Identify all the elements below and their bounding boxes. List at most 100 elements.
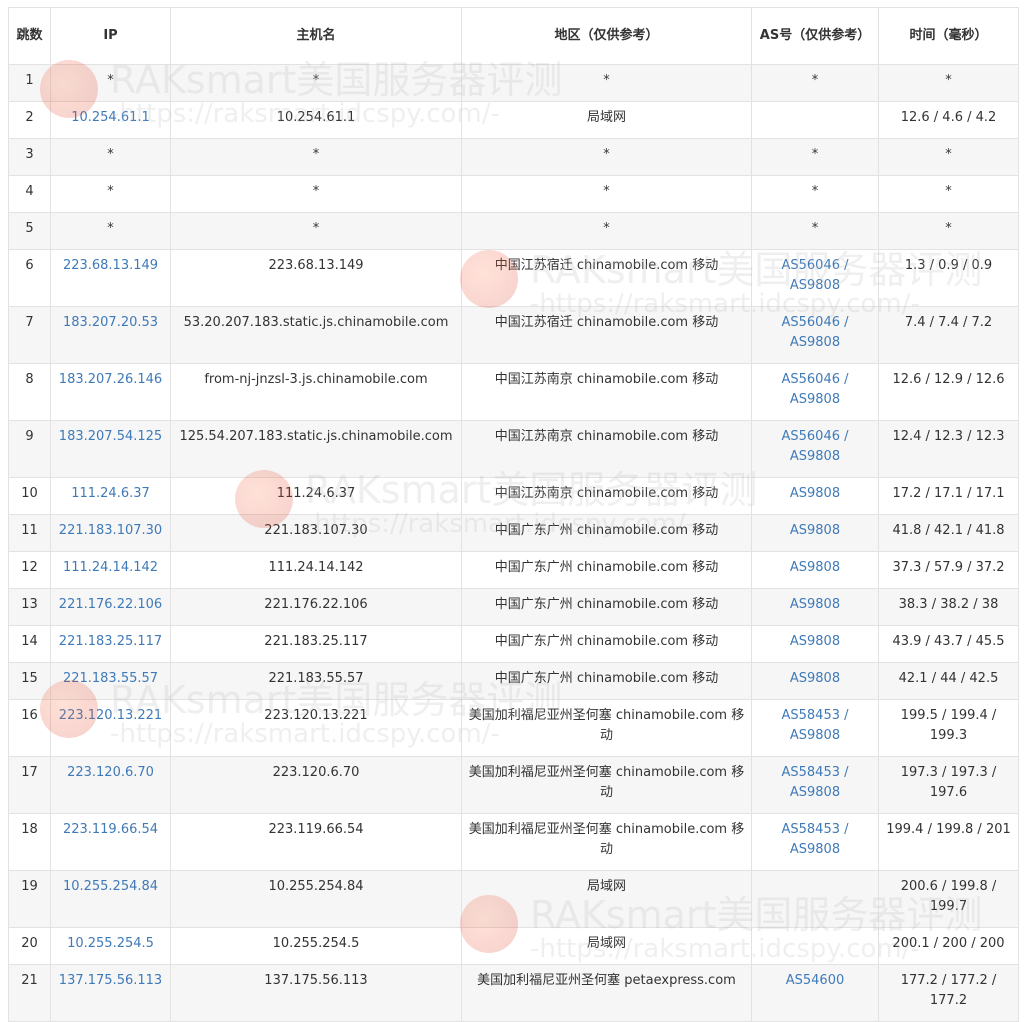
header-as-number: AS号（仅供参考） <box>751 7 879 65</box>
cell-ip[interactable]: 10.254.61.1 <box>50 101 171 139</box>
cell-as-number[interactable]: AS58453 / AS9808 <box>751 813 879 871</box>
cell-region: 中国广东广州 chinamobile.com 移动 <box>461 514 752 552</box>
cell-ip[interactable]: 223.119.66.54 <box>50 813 171 871</box>
cell-time: 42.1 / 44 / 42.5 <box>878 662 1019 700</box>
traceroute-table: 跳数 IP 主机名 地区（仅供参考） AS号（仅供参考） 时间（毫秒） 1 * * *… <box>8 7 1019 1022</box>
cell-as-number[interactable]: AS58453 / AS9808 <box>751 756 879 814</box>
cell-ip[interactable]: 137.175.56.113 <box>50 964 171 1022</box>
table-row: 9 183.207.54.125 125.54.207.183.static.js.… <box>8 420 1019 478</box>
cell-hop: 12 <box>8 551 51 589</box>
cell-region: 中国广东广州 chinamobile.com 移动 <box>461 551 752 589</box>
cell-as-number[interactable]: AS56046 / AS9808 <box>751 420 879 478</box>
cell-time: 12.6 / 4.6 / 4.2 <box>878 101 1019 139</box>
cell-region: 美国加利福尼亚州圣何塞 chinamobile.com 移动 <box>461 813 752 871</box>
cell-as-number <box>751 870 879 928</box>
table-row: 12 111.24.14.142 111.24.14.142 中国广东广州 china… <box>8 551 1019 589</box>
cell-hostname: 223.120.6.70 <box>170 756 462 814</box>
cell-hostname: 111.24.6.37 <box>170 477 462 515</box>
cell-region: 中国江苏宿迁 chinamobile.com 移动 <box>461 249 752 307</box>
cell-region: 局域网 <box>461 927 752 965</box>
cell-hostname: 221.183.55.57 <box>170 662 462 700</box>
cell-hostname: * <box>170 175 462 213</box>
cell-hostname: * <box>170 138 462 176</box>
cell-ip[interactable]: 221.176.22.106 <box>50 588 171 626</box>
cell-as-number[interactable]: AS9808 <box>751 662 879 700</box>
cell-as-number[interactable]: AS54600 <box>751 964 879 1022</box>
cell-region: 中国江苏南京 chinamobile.com 移动 <box>461 363 752 421</box>
cell-as-number[interactable]: AS9808 <box>751 477 879 515</box>
cell-time: 41.8 / 42.1 / 41.8 <box>878 514 1019 552</box>
cell-ip[interactable]: 111.24.6.37 <box>50 477 171 515</box>
cell-as-number <box>751 927 879 965</box>
table-row: 11 221.183.107.30 221.183.107.30 中国广东广州 chi… <box>8 514 1019 552</box>
cell-hop: 16 <box>8 699 51 757</box>
cell-time: 12.6 / 12.9 / 12.6 <box>878 363 1019 421</box>
cell-ip[interactable]: 223.120.6.70 <box>50 756 171 814</box>
cell-region: 中国广东广州 chinamobile.com 移动 <box>461 625 752 663</box>
header-hop: 跳数 <box>8 7 51 65</box>
cell-ip[interactable]: 10.255.254.84 <box>50 870 171 928</box>
cell-hop: 1 <box>8 64 51 102</box>
cell-hop: 9 <box>8 420 51 478</box>
cell-ip[interactable]: 183.207.20.53 <box>50 306 171 364</box>
cell-hostname: 223.120.13.221 <box>170 699 462 757</box>
cell-hop: 10 <box>8 477 51 515</box>
cell-region: 美国加利福尼亚州圣何塞 petaexpress.com <box>461 964 752 1022</box>
cell-ip[interactable]: 111.24.14.142 <box>50 551 171 589</box>
cell-as-number: * <box>751 175 879 213</box>
cell-hostname: 221.176.22.106 <box>170 588 462 626</box>
cell-ip: * <box>50 212 171 250</box>
table-row: 3 * * * * * <box>8 138 1019 176</box>
cell-hop: 18 <box>8 813 51 871</box>
cell-region: * <box>461 212 752 250</box>
cell-ip[interactable]: 221.183.25.117 <box>50 625 171 663</box>
cell-hop: 11 <box>8 514 51 552</box>
cell-region: * <box>461 175 752 213</box>
cell-as-number[interactable]: AS9808 <box>751 625 879 663</box>
cell-region: 局域网 <box>461 101 752 139</box>
cell-hostname: * <box>170 64 462 102</box>
cell-time: 38.3 / 38.2 / 38 <box>878 588 1019 626</box>
cell-hop: 14 <box>8 625 51 663</box>
cell-time: * <box>878 138 1019 176</box>
cell-hop: 8 <box>8 363 51 421</box>
cell-hop: 4 <box>8 175 51 213</box>
cell-hostname: 221.183.107.30 <box>170 514 462 552</box>
cell-hostname: from-nj-jnzsl-3.js.chinamobile.com <box>170 363 462 421</box>
cell-ip[interactable]: 223.68.13.149 <box>50 249 171 307</box>
cell-hop: 3 <box>8 138 51 176</box>
table-row: 1 * * * * * <box>8 64 1019 102</box>
cell-ip[interactable]: 223.120.13.221 <box>50 699 171 757</box>
cell-hop: 2 <box>8 101 51 139</box>
cell-hop: 20 <box>8 927 51 965</box>
table-row: 4 * * * * * <box>8 175 1019 213</box>
cell-as-number: * <box>751 212 879 250</box>
cell-ip[interactable]: 221.183.107.30 <box>50 514 171 552</box>
cell-hop: 21 <box>8 964 51 1022</box>
cell-time: 43.9 / 43.7 / 45.5 <box>878 625 1019 663</box>
cell-as-number[interactable]: AS56046 / AS9808 <box>751 306 879 364</box>
cell-time: 200.1 / 200 / 200 <box>878 927 1019 965</box>
cell-time: 12.4 / 12.3 / 12.3 <box>878 420 1019 478</box>
cell-hop: 15 <box>8 662 51 700</box>
cell-ip[interactable]: 183.207.26.146 <box>50 363 171 421</box>
cell-as-number: * <box>751 64 879 102</box>
cell-time: * <box>878 212 1019 250</box>
cell-ip[interactable]: 10.255.254.5 <box>50 927 171 965</box>
cell-as-number[interactable]: AS58453 / AS9808 <box>751 699 879 757</box>
table-row: 17 223.120.6.70 223.120.6.70 美国加利福尼亚州圣何塞 ch… <box>8 756 1019 814</box>
table-row: 8 183.207.26.146 from-nj-jnzsl-3.js.chinam… <box>8 363 1019 421</box>
cell-region: 美国加利福尼亚州圣何塞 chinamobile.com 移动 <box>461 756 752 814</box>
cell-time: 37.3 / 57.9 / 37.2 <box>878 551 1019 589</box>
cell-as-number[interactable]: AS56046 / AS9808 <box>751 363 879 421</box>
cell-hostname: 223.119.66.54 <box>170 813 462 871</box>
cell-time: 177.2 / 177.2 / 177.2 <box>878 964 1019 1022</box>
cell-as-number[interactable]: AS9808 <box>751 514 879 552</box>
cell-ip[interactable]: 183.207.54.125 <box>50 420 171 478</box>
cell-as-number[interactable]: AS9808 <box>751 588 879 626</box>
cell-as-number[interactable]: AS56046 / AS9808 <box>751 249 879 307</box>
table-row: 16 223.120.13.221 223.120.13.221 美国加利福尼亚州圣何… <box>8 699 1019 757</box>
cell-ip[interactable]: 221.183.55.57 <box>50 662 171 700</box>
cell-as-number[interactable]: AS9808 <box>751 551 879 589</box>
table-row: 10 111.24.6.37 111.24.6.37 中国江苏南京 chinamobi… <box>8 477 1019 515</box>
